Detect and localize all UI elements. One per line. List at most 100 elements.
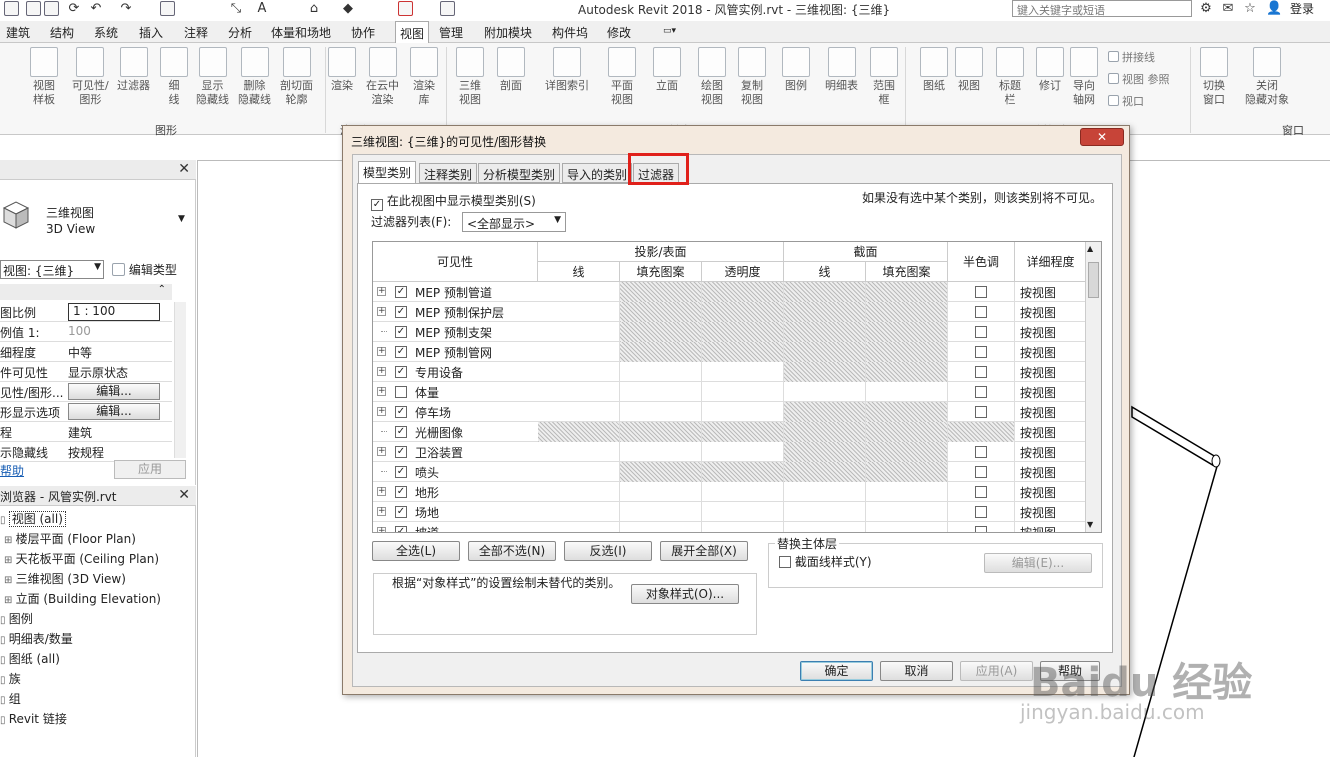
ribbon-minimize-icon[interactable]: ▭▾ [663, 26, 676, 36]
detail-level-value[interactable]: 按视图 [1020, 324, 1056, 341]
ribbon-button[interactable]: 渲染 [328, 47, 356, 93]
properties-scrollbar[interactable] [174, 302, 186, 458]
category-row[interactable]: + ✓ MEP 预制保护层 按视图 [373, 302, 1087, 322]
grid-cell[interactable] [702, 502, 784, 522]
apply-button[interactable]: 应用(A) [960, 661, 1033, 681]
grid-cell[interactable] [538, 282, 620, 302]
grid-cell[interactable] [702, 522, 784, 532]
expand-icon[interactable]: + [377, 447, 386, 456]
user-icon[interactable]: 👤 [1266, 1, 1282, 16]
cut-line-styles-checkbox[interactable]: 截面线样式(Y) [779, 553, 872, 570]
ribbon-button[interactable]: 绘图 视图 [698, 47, 726, 107]
expand-icon[interactable]: + [377, 527, 386, 532]
expand-icon[interactable]: + [377, 507, 386, 516]
grid-cell[interactable] [866, 502, 948, 522]
cancel-button[interactable]: 取消 [880, 661, 953, 681]
grid-cell[interactable] [866, 382, 948, 402]
grid-cell[interactable] [538, 322, 620, 342]
view-instance-select[interactable]: 视图: {三维} ▼ [0, 260, 104, 279]
grid-cell[interactable] [784, 422, 866, 442]
ribbon-button[interactable]: 复制 视图 [738, 47, 766, 107]
grid-cell[interactable] [538, 482, 620, 502]
grid-cell[interactable] [620, 302, 702, 322]
property-value[interactable]: 1 : 100 [68, 303, 160, 321]
halftone-checkbox[interactable] [975, 286, 987, 298]
detail-level-value[interactable]: 按视图 [1020, 384, 1056, 401]
grid-cell[interactable] [784, 522, 866, 532]
category-row[interactable]: + ✓ 坡道 按视图 [373, 522, 1087, 532]
edit-type-button[interactable]: 编辑类型 [112, 261, 177, 278]
browser-tree-item[interactable]: ▯ 视图 (all) [0, 510, 66, 527]
type-dropdown-icon[interactable]: ▼ [178, 214, 185, 224]
grid-cell[interactable] [538, 522, 620, 532]
browser-tree-item[interactable]: ▯ 图纸 (all) [0, 650, 60, 667]
communication-icon[interactable]: ✉ [1220, 1, 1236, 16]
grid-cell[interactable] [702, 282, 784, 302]
checkbox-checked[interactable]: ✓ [395, 406, 407, 418]
close-hidden-icon[interactable] [398, 1, 413, 16]
checkbox-checked[interactable]: ✓ [395, 466, 407, 478]
checkbox-checked[interactable]: ✓ [395, 446, 407, 458]
grid-cell[interactable] [866, 422, 948, 442]
halftone-checkbox[interactable] [975, 386, 987, 398]
category-row[interactable]: + ✓ 卫浴装置 按视图 [373, 442, 1087, 462]
grid-cell[interactable] [866, 362, 948, 382]
grid-cell[interactable] [866, 342, 948, 362]
browser-tree-item[interactable]: ▯ 组 [0, 690, 21, 707]
expand-icon[interactable]: + [377, 347, 386, 356]
grid-cell[interactable] [620, 502, 702, 522]
grid-cell[interactable] [620, 482, 702, 502]
detail-level-value[interactable]: 按视图 [1020, 464, 1056, 481]
grid-cell[interactable] [866, 462, 948, 482]
grid-cell[interactable] [538, 382, 620, 402]
category-row[interactable]: + ✓ 专用设备 按视图 [373, 362, 1087, 382]
grid-cell[interactable] [784, 502, 866, 522]
grid-cell[interactable] [620, 422, 702, 442]
grid-cell[interactable] [784, 302, 866, 322]
browser-tree-item[interactable]: ⊞ 天花板平面 (Ceiling Plan) [4, 550, 159, 567]
halftone-checkbox[interactable] [975, 506, 987, 518]
ribbon-tab[interactable]: 注释 [184, 24, 208, 41]
category-row[interactable]: + ✓ MEP 预制管道 按视图 [373, 282, 1087, 302]
checkbox-checked[interactable]: ✓ [395, 346, 407, 358]
category-row[interactable]: + ✓ MEP 预制管网 按视图 [373, 342, 1087, 362]
redo-icon[interactable]: ↷ [118, 1, 134, 16]
ribbon-tab[interactable]: 插入 [139, 24, 163, 41]
ribbon-small-button[interactable]: 视口 [1108, 93, 1144, 109]
ribbon-button[interactable]: 三维 视图 [456, 47, 484, 107]
section-icon[interactable]: ◆ [340, 1, 356, 16]
category-row[interactable]: + ✓ 场地 按视图 [373, 502, 1087, 522]
ribbon-small-button[interactable]: 视图 参照 [1108, 71, 1170, 87]
grid-cell[interactable] [784, 402, 866, 422]
grid-cell[interactable] [538, 362, 620, 382]
grid-cell[interactable] [866, 482, 948, 502]
browser-tree-item[interactable]: ▯ 图例 [0, 610, 33, 627]
ribbon-button[interactable]: 过滤器 [117, 47, 150, 93]
scroll-up-icon[interactable]: ▲ [1087, 244, 1093, 253]
ribbon-button[interactable]: 平面 视图 [608, 47, 636, 107]
close-icon[interactable]: ✕ [178, 161, 190, 177]
detail-level-value[interactable]: 按视图 [1020, 484, 1056, 501]
scroll-down-icon[interactable]: ▼ [1087, 520, 1093, 529]
expand-icon[interactable]: + [377, 287, 386, 296]
browser-tree-item[interactable]: ⊞ 楼层平面 (Floor Plan) [4, 530, 136, 547]
property-edit-button[interactable]: 编辑... [68, 383, 160, 400]
ribbon-small-button[interactable]: 拼接线 [1108, 49, 1155, 65]
ribbon-tab[interactable]: 体量和场地 [271, 24, 331, 41]
open-icon[interactable] [26, 1, 41, 16]
expand-icon[interactable]: + [377, 307, 386, 316]
checkbox-checked[interactable]: ✓ [395, 366, 407, 378]
detail-level-value[interactable]: 按视图 [1020, 424, 1056, 441]
favorites-star-icon[interactable]: ☆ [1242, 1, 1258, 16]
grid-cell[interactable] [702, 382, 784, 402]
ribbon-button[interactable]: 剖面 [497, 47, 525, 93]
deselect-all-button[interactable]: 全部不选(N) [468, 541, 556, 561]
grid-cell[interactable] [538, 442, 620, 462]
grid-cell[interactable] [866, 442, 948, 462]
measure-icon[interactable]: ⤡ [228, 1, 244, 16]
switch-window-icon[interactable] [440, 1, 455, 16]
grid-cell[interactable] [620, 522, 702, 532]
browser-tree-item[interactable]: ▯ 族 [0, 670, 21, 687]
grid-cell[interactable] [620, 462, 702, 482]
ok-button[interactable]: 确定 [800, 661, 873, 681]
